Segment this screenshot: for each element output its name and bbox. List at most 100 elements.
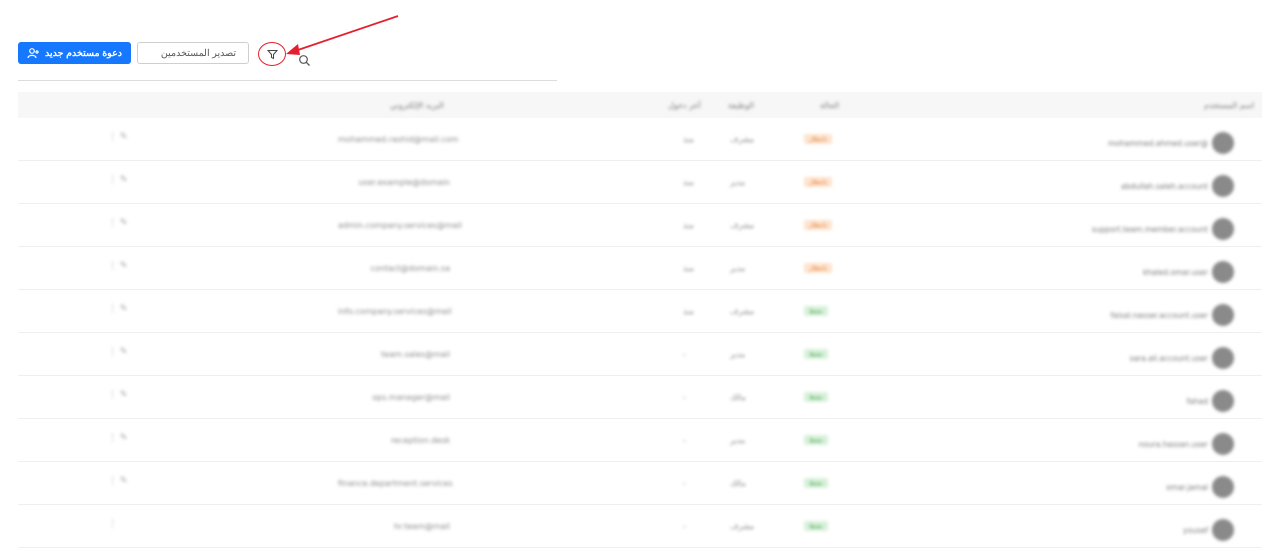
status-cell: بانتظار xyxy=(804,134,833,144)
status-badge: بانتظار xyxy=(804,220,833,230)
status-cell: نشط xyxy=(804,392,828,402)
user-name: mohammed.ahmed.user@ xyxy=(1108,138,1208,148)
table-row[interactable]: fahad نشط مالك - ops.manager@mail ⋮ ✎ xyxy=(18,376,1262,419)
header-role[interactable]: الوظيفة xyxy=(728,101,754,110)
avatar xyxy=(1212,304,1234,326)
role-cell: مالك xyxy=(730,479,746,488)
email-cell: info.company.services@mail xyxy=(338,307,452,316)
status-cell: نشط xyxy=(804,306,828,316)
add-user-icon xyxy=(27,47,39,58)
table-row[interactable]: omar.jamal نشط مالك - finance.department.ser… xyxy=(18,462,1262,505)
invite-user-button[interactable]: دعوة مستخدم جديد xyxy=(18,42,131,64)
email-cell: contact@domain.sa xyxy=(370,264,450,273)
avatar xyxy=(1212,347,1234,369)
row-actions[interactable]: ⋮ ✎ xyxy=(108,476,127,486)
user-cell: khaled.omar.user xyxy=(1143,261,1234,283)
status-cell: نشط xyxy=(804,349,828,359)
last-login-cell: منذ xyxy=(683,264,694,273)
user-cell: support.team.member.account xyxy=(1092,218,1234,240)
status-cell: بانتظار xyxy=(804,220,833,230)
role-cell: مشرف xyxy=(730,522,755,531)
row-actions[interactable]: ⋮ ✎ xyxy=(108,347,127,357)
role-cell: مالك xyxy=(730,393,746,402)
status-badge: بانتظار xyxy=(804,263,833,273)
header-status[interactable]: الحالة xyxy=(820,101,839,110)
email-cell: team.sales@mail xyxy=(381,350,450,359)
email-cell: user.example@domain xyxy=(358,178,450,187)
filter-icon xyxy=(266,49,278,59)
status-badge: نشط xyxy=(804,392,828,402)
table-row[interactable]: noura.hassan.user نشط مدير - reception.desk ⋮… xyxy=(18,419,1262,462)
user-cell: yousef xyxy=(1183,519,1234,541)
row-actions[interactable]: ⋮ ✎ xyxy=(108,218,127,228)
avatar xyxy=(1212,476,1234,498)
header-last-login[interactable]: آخر دخول xyxy=(668,101,701,110)
row-actions[interactable]: ⋮ ✎ xyxy=(108,175,127,185)
export-users-button[interactable]: تصدير المستخدمين xyxy=(137,42,249,64)
table-row[interactable]: mohammed.ahmed.user@ بانتظار مشرف منذ mohamm… xyxy=(18,118,1262,161)
user-name: support.team.member.account xyxy=(1091,224,1208,234)
header-user[interactable]: اسم المستخدم xyxy=(1204,101,1254,110)
invite-user-label: دعوة مستخدم جديد xyxy=(45,47,122,59)
avatar xyxy=(1212,390,1234,412)
annotation-arrow xyxy=(286,15,399,55)
user-name: omar.jamal xyxy=(1166,482,1208,492)
email-cell: finance.department.services xyxy=(338,479,453,488)
export-users-label: تصدير المستخدمين xyxy=(160,47,236,59)
email-cell: ops.manager@mail xyxy=(372,393,450,402)
row-actions[interactable]: ⋮ ✎ xyxy=(108,433,127,443)
table-row[interactable]: faisal.nasser.account.user نشط مشرف منذ info… xyxy=(18,290,1262,333)
email-cell: mohammed.rashid@mail.com xyxy=(338,135,459,144)
last-login-cell: - xyxy=(683,350,686,359)
row-actions[interactable]: ⋮ ✎ xyxy=(108,390,127,400)
user-name: noura.hassan.user xyxy=(1138,439,1208,449)
filter-button[interactable] xyxy=(258,42,286,66)
last-login-cell: منذ xyxy=(683,307,694,316)
last-login-cell: - xyxy=(683,393,686,402)
row-actions[interactable]: ⋮ ✎ xyxy=(108,304,127,314)
status-badge: نشط xyxy=(804,478,828,488)
search-input[interactable] xyxy=(18,80,557,81)
last-login-cell: منذ xyxy=(683,135,694,144)
row-actions[interactable]: ⋮ ✎ xyxy=(108,132,127,142)
avatar xyxy=(1212,132,1234,154)
last-login-cell: - xyxy=(683,522,686,531)
user-name: sara.ali.account.user xyxy=(1129,353,1208,363)
table-row[interactable]: yousef نشط مشرف - hr.team@mail ⋮ xyxy=(18,505,1262,548)
table-row[interactable]: abdullah.saleh.account بانتظار مدير منذ user… xyxy=(18,161,1262,204)
user-name: faisal.nasser.account.user xyxy=(1110,310,1208,320)
status-badge: نشط xyxy=(804,435,828,445)
table-row[interactable]: khaled.omar.user بانتظار مدير منذ contact@do… xyxy=(18,247,1262,290)
user-cell: fahad xyxy=(1187,390,1234,412)
user-cell: abdullah.saleh.account xyxy=(1121,175,1234,197)
status-badge: نشط xyxy=(804,521,828,531)
status-cell: نشط xyxy=(804,521,828,531)
status-cell: بانتظار xyxy=(804,177,833,187)
role-cell: مشرف xyxy=(730,307,755,316)
last-login-cell: منذ xyxy=(683,178,694,187)
email-cell: reception.desk xyxy=(390,436,450,445)
user-cell: omar.jamal xyxy=(1166,476,1234,498)
user-name: abdullah.saleh.account xyxy=(1121,181,1208,191)
row-actions[interactable]: ⋮ ✎ xyxy=(108,261,127,271)
table-row[interactable]: sara.ali.account.user نشط مدير - team.sales@… xyxy=(18,333,1262,376)
header-email[interactable]: البريد الإلكتروني xyxy=(390,101,444,110)
users-table: اسم المستخدم الحالة الوظيفة آخر دخول الب… xyxy=(18,92,1262,548)
role-cell: مدير xyxy=(730,350,746,359)
table-row[interactable]: support.team.member.account بانتظار مشرف من… xyxy=(18,204,1262,247)
role-cell: مدير xyxy=(730,178,746,187)
role-cell: مشرف xyxy=(730,135,755,144)
search-icon[interactable] xyxy=(298,54,311,67)
avatar xyxy=(1212,433,1234,455)
user-cell: mohammed.ahmed.user@ xyxy=(1108,132,1234,154)
last-login-cell: - xyxy=(683,436,686,445)
avatar xyxy=(1212,175,1234,197)
user-name: fahad xyxy=(1186,396,1208,406)
user-cell: noura.hassan.user xyxy=(1139,433,1234,455)
user-name: yousef xyxy=(1183,525,1208,535)
last-login-cell: منذ xyxy=(683,221,694,230)
status-badge: بانتظار xyxy=(804,177,833,187)
avatar xyxy=(1212,519,1234,541)
row-actions[interactable]: ⋮ xyxy=(108,519,117,529)
table-body: mohammed.ahmed.user@ بانتظار مشرف منذ mohamm… xyxy=(18,118,1262,548)
